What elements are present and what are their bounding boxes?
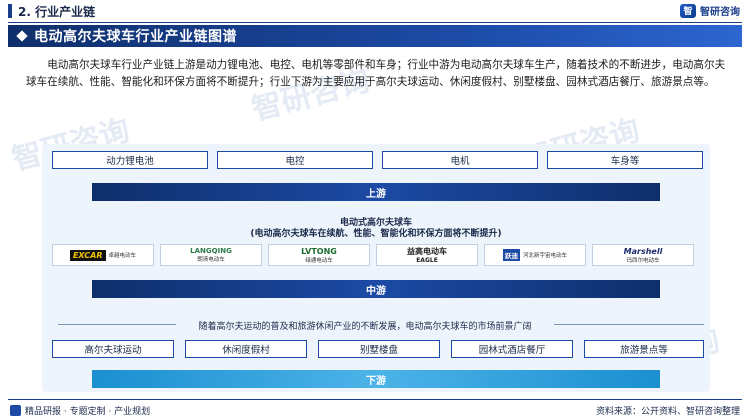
downstream-item-golf: 高尔夫球运动 — [52, 340, 174, 358]
section-title: 2. 行业产业链 — [18, 4, 96, 19]
intro-paragraph: 电动高尔夫球车行业产业链上游是动力锂电池、电控、电机等零部件和车身；行业中游为电… — [26, 59, 726, 88]
downstream-item-hotel: 园林式酒店餐厅 — [451, 340, 573, 358]
brand-logo-icon: 智 — [680, 3, 696, 18]
downstream-item-tourism: 旅游景点等 — [584, 340, 704, 358]
stage-upstream: 上游 — [92, 183, 660, 201]
company-name: 玛西尔电动车 — [626, 257, 660, 264]
report-icon — [10, 405, 21, 416]
section-marker — [8, 4, 12, 18]
stage-midstream: 中游 — [92, 280, 660, 298]
upstream-item-controller: 电控 — [217, 151, 373, 169]
logo-text: 跃迪 — [502, 249, 520, 261]
company-name: 卓越电动车 — [108, 253, 137, 259]
downstream-item-resort: 休闲度假村 — [185, 340, 307, 358]
logo-text: 益高电动车 — [407, 247, 447, 256]
company-logo-langqing: LANGQING 朗清电动车 — [160, 244, 262, 266]
footer-divider — [8, 399, 742, 400]
upstream-item-battery: 动力锂电池 — [52, 151, 208, 169]
company-logo-marshell: Marshell 玛西尔电动车 — [592, 244, 694, 266]
title-bar: 电动高尔夫球车行业产业链图谱 — [8, 25, 742, 47]
brand-name: 智研咨询 — [700, 7, 740, 18]
company-logo-lvtong: LVTONG 绿通电动车 — [268, 244, 370, 266]
stage-downstream: 下游 — [92, 370, 660, 388]
trend-line-right — [554, 324, 704, 325]
upstream-item-motor: 电机 — [382, 151, 538, 169]
company-logo-yuedi: 跃迪 河北新宇宙电动车 — [484, 244, 586, 266]
page-title: 电动高尔夫球车行业产业链图谱 — [34, 29, 237, 45]
section-header: 2. 行业产业链 — [0, 0, 750, 22]
company-logo-eagle: 益高电动车 EAGLE — [376, 244, 478, 266]
logo-text: Marshell — [623, 246, 663, 256]
footer-tagline-text: 精品研报 · 专题定制 · 产业规划 — [25, 407, 151, 417]
diamond-icon — [16, 30, 28, 42]
logo-text: LVTONG — [301, 246, 337, 256]
footer-tagline: 精品研报 · 专题定制 · 产业规划 — [10, 404, 150, 417]
logo-text: EXCAR — [69, 249, 106, 261]
company-name: EAGLE — [416, 257, 438, 264]
trend-line-left — [58, 324, 176, 325]
brand: 智 智研咨询 — [680, 3, 740, 18]
midstream-title: 电动式高尔夫球车 — [339, 218, 412, 228]
header-divider — [8, 22, 742, 23]
upstream-item-body: 车身等 — [547, 151, 703, 169]
company-name: 朗清电动车 — [197, 257, 225, 263]
company-name: 绿通电动车 — [305, 257, 333, 264]
company-logo-excar: EXCAR 卓越电动车 — [52, 244, 154, 266]
downstream-item-villa: 别墅楼盘 — [318, 340, 440, 358]
footer-source: 资料来源：公开资料、智研咨询整理 — [595, 407, 740, 417]
midstream-subtitle: (电动高尔夫球车在续航、性能、智能化和环保方面将不断提升) — [250, 229, 502, 239]
downstream-trend: 随着高尔夫运动的普及和旅游休闲产业的不断发展，电动高尔夫球车的市场前景广阔 — [198, 322, 532, 332]
company-name: 河北新宇宙电动车 — [522, 253, 567, 259]
logo-text: LANGQING — [190, 247, 232, 255]
